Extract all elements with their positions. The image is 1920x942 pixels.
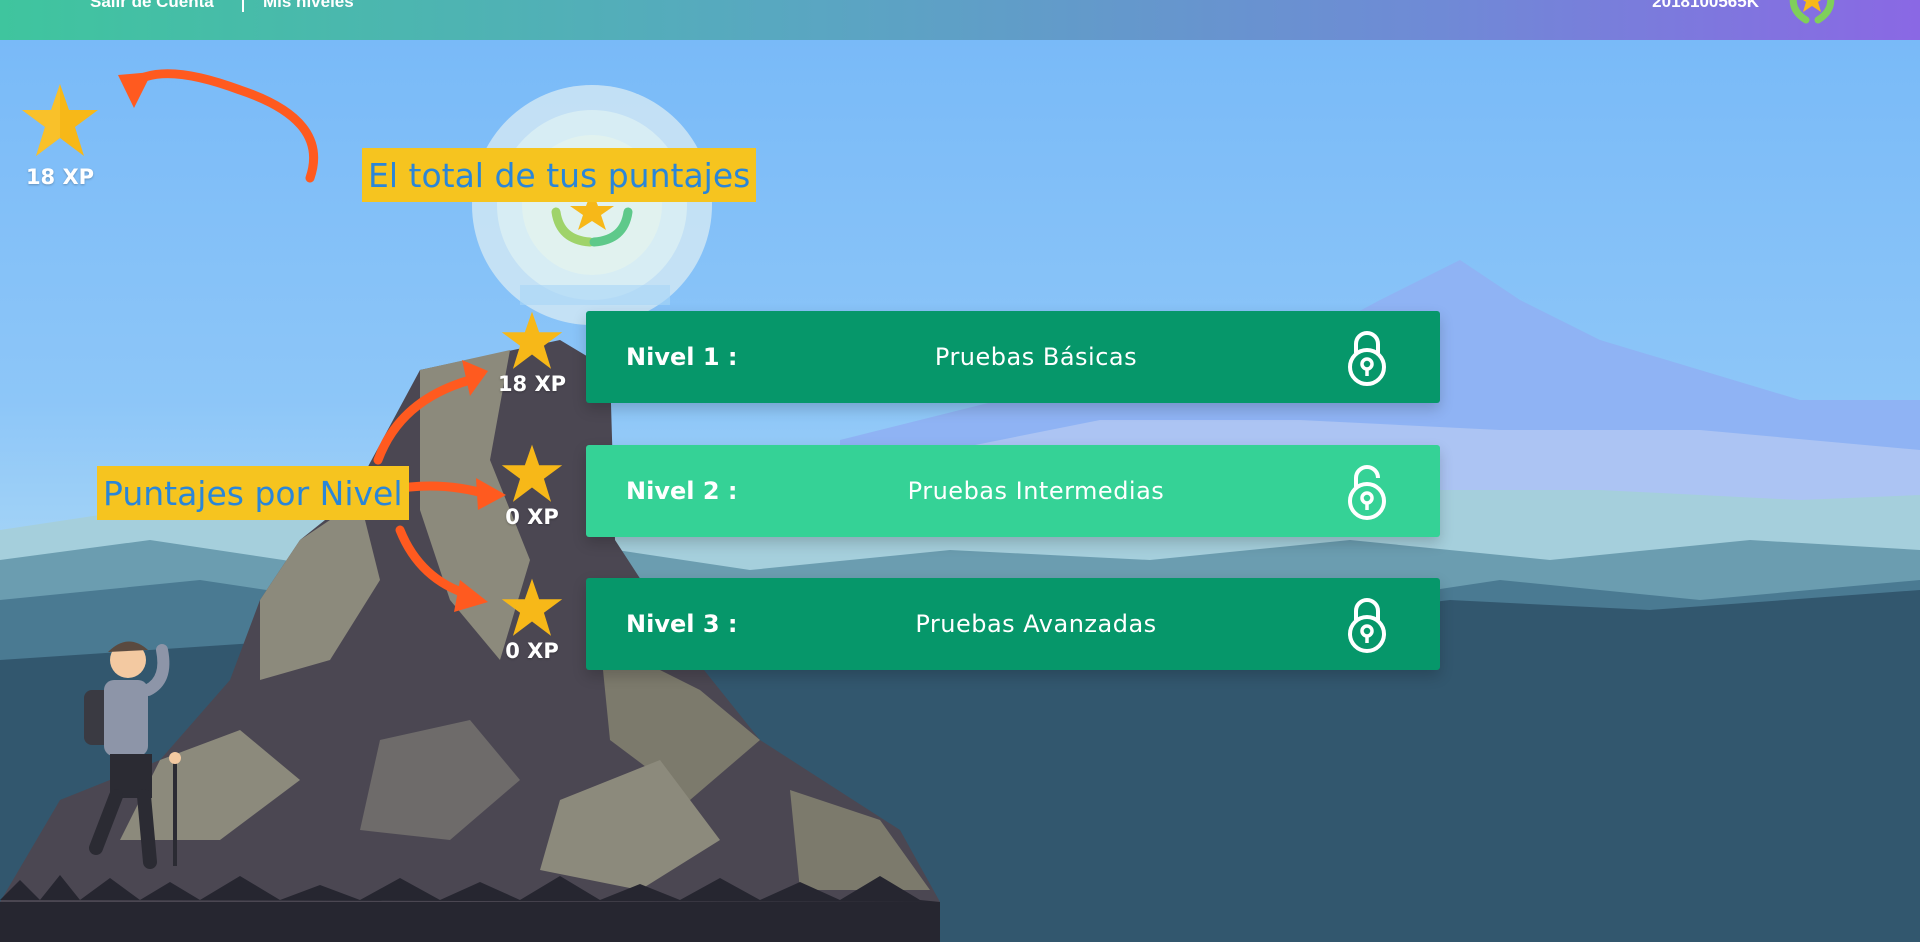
star-icon — [501, 311, 563, 369]
level-3-button[interactable]: Nivel 3 : Pruebas Avanzadas — [586, 578, 1440, 670]
nav-separator — [242, 0, 244, 12]
level-3-xp: 0 XP — [496, 577, 568, 663]
level-1-xp: 18 XP — [496, 310, 568, 396]
lock-icon — [1348, 465, 1386, 520]
top-bar: Salir de Cuenta Mis niveles 2018100565K — [0, 0, 1920, 40]
level-2-button[interactable]: Nivel 2 : Pruebas Intermedias — [586, 445, 1440, 537]
lock-icon — [1348, 331, 1386, 386]
level-points-annotation: Puntajes por Nivel — [97, 466, 409, 520]
level-2-xp-label: 0 XP — [505, 505, 559, 529]
mountain-scene: 18 XP El total de tus puntajes Puntajes … — [0, 40, 1920, 942]
lock-icon — [1348, 598, 1386, 653]
my-levels-link[interactable]: Mis niveles — [263, 0, 354, 10]
star-icon — [501, 578, 563, 636]
total-xp-label: 18 XP — [25, 165, 95, 189]
total-xp: 18 XP — [18, 82, 102, 189]
logout-link[interactable]: Salir de Cuenta — [90, 0, 214, 10]
level-1-xp-label: 18 XP — [497, 372, 567, 396]
star-icon — [22, 84, 98, 156]
level-2-xp: 0 XP — [496, 443, 568, 529]
total-points-annotation: El total de tus puntajes — [362, 148, 757, 202]
laurel-badge-icon[interactable] — [1784, 0, 1840, 28]
level-1-button[interactable]: Nivel 1 : Pruebas Básicas — [586, 311, 1440, 403]
star-icon — [501, 444, 563, 502]
level-3-xp-label: 0 XP — [505, 639, 559, 663]
user-id: 2018100565K — [1652, 0, 1759, 11]
